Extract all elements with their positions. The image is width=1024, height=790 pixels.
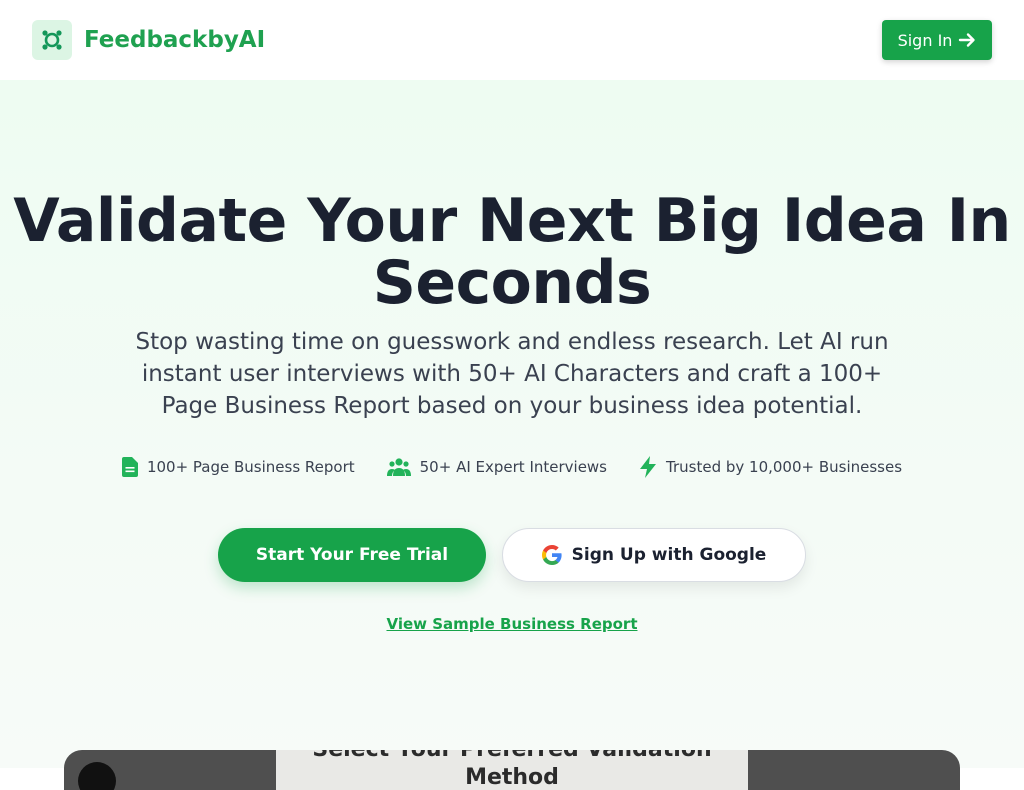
hero-subtitle: Stop wasting time on guesswork and endle… — [135, 329, 889, 419]
feature-label: Trusted by 10,000+ Businesses — [666, 458, 903, 476]
start-free-trial-button[interactable]: Start Your Free Trial — [218, 528, 486, 582]
preview-screen: Select Your Preferred Validation Method — [276, 750, 748, 790]
brand-name: FeedbackbyAI — [84, 27, 266, 53]
arrow-right-icon — [959, 33, 976, 47]
logo-icon — [32, 20, 72, 60]
feature-label: 50+ AI Expert Interviews — [419, 458, 608, 476]
hero-section: Validate Your Next Big Idea In Seconds S… — [0, 80, 1024, 790]
users-icon — [386, 458, 411, 476]
view-sample-report-link[interactable]: View Sample Business Report — [0, 615, 1024, 633]
top-navbar: FeedbackbyAI Sign In — [0, 0, 1024, 80]
preview-video-card[interactable]: Select Your Preferred Validation Method — [64, 750, 960, 790]
lightning-icon — [640, 456, 657, 478]
play-button-icon[interactable] — [78, 762, 116, 790]
document-icon — [121, 457, 138, 477]
feature-trusted: Trusted by 10,000+ Businesses — [639, 456, 902, 478]
preview-heading: Select Your Preferred Validation Method — [312, 750, 711, 790]
google-button-label: Sign Up with Google — [571, 545, 767, 565]
sign-in-label: Sign In — [897, 30, 953, 50]
hero-title: Validate Your Next Big Idea In Seconds — [13, 186, 1011, 318]
feature-label: 100+ Page Business Report — [146, 458, 355, 476]
feature-interviews: 50+ AI Expert Interviews — [386, 457, 608, 477]
feature-report: 100+ Page Business Report — [121, 457, 355, 477]
cta-row: Start Your Free Trial Sign Up with Googl… — [0, 528, 1024, 582]
sign-up-google-button[interactable]: Sign Up with Google — [502, 528, 806, 582]
google-icon — [541, 545, 562, 565]
brand[interactable]: FeedbackbyAI — [32, 20, 265, 60]
feature-list: 100+ Page Business Report 50+ AI Expert … — [0, 454, 1024, 480]
sign-in-button[interactable]: Sign In — [882, 20, 992, 60]
